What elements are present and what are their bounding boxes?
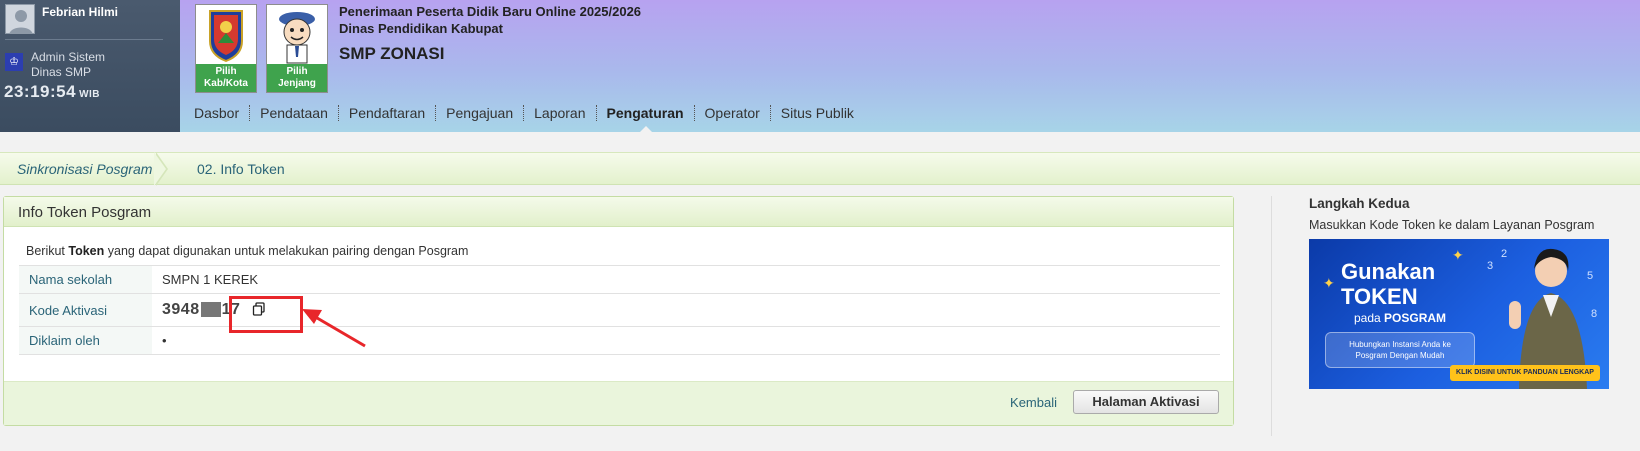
row-label-claimed-by: Diklaim oleh bbox=[19, 326, 152, 355]
nav-item-pendaftaran[interactable]: Pendaftaran bbox=[337, 105, 435, 121]
avatar[interactable] bbox=[5, 4, 35, 34]
pick-level-label-line2: Jenjang bbox=[278, 78, 316, 89]
user-panel: Febrian Hilmi ♔ Admin Sistem Dinas SMP 2… bbox=[0, 0, 180, 132]
clock-timezone: WIB bbox=[79, 89, 101, 100]
sparkle-icon: ✦ bbox=[1323, 275, 1335, 291]
panel-header: Info Token Posgram bbox=[4, 197, 1233, 227]
user-role: Admin Sistem bbox=[31, 50, 106, 64]
row-value-school: SMPN 1 KEREK bbox=[152, 265, 1220, 294]
breadcrumb-separator-inner bbox=[154, 152, 166, 186]
table-row: Nama sekolah SMPN 1 KEREK bbox=[19, 265, 1220, 294]
sparkle-icon: ✦ bbox=[1452, 247, 1464, 263]
pick-city-label-line2: Kab/Kota bbox=[204, 78, 248, 89]
pick-level-label: Pilih Jenjang bbox=[267, 64, 327, 92]
pick-level-label-line1: Pilih bbox=[286, 66, 308, 77]
clock-time: 23:19:54 bbox=[4, 82, 77, 101]
student-mascot-icon bbox=[267, 5, 327, 65]
table-row: Kode Aktivasi 3948 17 bbox=[19, 293, 1220, 327]
intro-suffix: yang dapat digunakan untuk melakukan pai… bbox=[104, 244, 469, 258]
banner-cta-button[interactable]: KLIK DISINI UNTUK PANDUAN LENGKAP bbox=[1450, 365, 1600, 381]
clock: 23:19:54 WIB bbox=[4, 82, 100, 102]
svg-text:2: 2 bbox=[1501, 248, 1507, 260]
divider bbox=[5, 39, 163, 40]
user-office: Dinas SMP bbox=[31, 65, 92, 79]
token-info-table: Nama sekolah SMPN 1 KEREK Kode Aktivasi … bbox=[19, 265, 1220, 355]
activation-page-button[interactable]: Halaman Aktivasi bbox=[1073, 390, 1219, 414]
svg-text:8: 8 bbox=[1591, 308, 1597, 320]
banner-headline-3: pada POSGRAM bbox=[1354, 311, 1446, 325]
banner-headline-1: Gunakan bbox=[1341, 259, 1436, 284]
panel-title: Info Token Posgram bbox=[18, 204, 152, 221]
nav-item-dasbor[interactable]: Dasbor bbox=[194, 105, 249, 121]
breadcrumb-info-token: 02. Info Token bbox=[197, 161, 285, 177]
pick-level-button[interactable]: Pilih Jenjang bbox=[266, 4, 328, 93]
pick-city-label-line1: Pilih bbox=[215, 66, 237, 77]
main-nav: Dasbor Pendataan Pendaftaran Pengajuan L… bbox=[194, 105, 864, 133]
row-label-school: Nama sekolah bbox=[19, 265, 152, 294]
pick-city-label: Pilih Kab/Kota bbox=[196, 64, 256, 92]
banner-pill-line1: Hubungkan Instansi Anda ke bbox=[1349, 340, 1451, 349]
token-panel: Info Token Posgram Berikut Token yang da… bbox=[3, 196, 1234, 426]
side-title: Langkah Kedua bbox=[1309, 196, 1410, 211]
svg-text:3: 3 bbox=[1487, 260, 1493, 272]
row-label-activation-code: Kode Aktivasi bbox=[19, 293, 152, 327]
highlight-box bbox=[229, 296, 303, 333]
regency-crest-icon bbox=[196, 5, 256, 65]
banner-line3-prefix: pada bbox=[1354, 311, 1385, 325]
banner-headline-2: TOKEN bbox=[1341, 284, 1418, 309]
app-root: Febrian Hilmi ♔ Admin Sistem Dinas SMP 2… bbox=[0, 0, 1640, 451]
panel-footer: Kembali Halaman Aktivasi bbox=[4, 381, 1233, 425]
posgram-guide-banner[interactable]: 3 2 5 8 ✦ ✦ Gunakan TOKEN pada POSGRAM H… bbox=[1309, 239, 1609, 389]
pick-city-button[interactable]: Pilih Kab/Kota bbox=[195, 4, 257, 93]
breadcrumb: Sinkronisasi Posgram 02. Info Token bbox=[0, 152, 1640, 186]
banner-line3-bold: POSGRAM bbox=[1384, 311, 1447, 325]
panel-intro: Berikut Token yang dapat digunakan untuk… bbox=[26, 244, 468, 258]
breadcrumb-sinkronisasi-posgram[interactable]: Sinkronisasi Posgram bbox=[17, 161, 152, 177]
annotation-arrow-icon bbox=[302, 309, 366, 348]
app-subtitle: SMP ZONASI bbox=[339, 44, 445, 63]
app-agency: Dinas Pendidikan Kabupat bbox=[339, 21, 503, 36]
back-link[interactable]: Kembali bbox=[1010, 395, 1057, 410]
banner-pill-line2: Posgram Dengan Mudah bbox=[1355, 351, 1445, 360]
nav-item-operator[interactable]: Operator bbox=[693, 105, 770, 121]
nav-item-pendataan[interactable]: Pendataan bbox=[249, 105, 338, 121]
redacted-digits bbox=[200, 302, 221, 318]
user-name[interactable]: Febrian Hilmi bbox=[42, 5, 118, 19]
header: Pilih Kab/Kota Pilih Jenjang Penerimaan Pe… bbox=[180, 0, 1640, 133]
intro-token-word: Token bbox=[68, 244, 105, 258]
side-divider bbox=[1271, 196, 1272, 436]
nav-item-situs-publik[interactable]: Situs Publik bbox=[769, 105, 864, 121]
svg-text:5: 5 bbox=[1587, 270, 1593, 282]
activation-code-start: 3948 bbox=[162, 300, 200, 318]
intro-prefix: Berikut bbox=[26, 244, 69, 258]
nav-item-pengajuan[interactable]: Pengajuan bbox=[435, 105, 523, 121]
role-icon: ♔ bbox=[5, 53, 23, 71]
banner-pill: Hubungkan Instansi Anda ke Posgram Dengan… bbox=[1325, 332, 1475, 368]
nav-item-pengaturan[interactable]: Pengaturan bbox=[595, 105, 694, 133]
app-title: Penerimaan Peserta Didik Baru Online 202… bbox=[339, 4, 642, 19]
nav-item-laporan[interactable]: Laporan bbox=[523, 105, 595, 121]
table-row: Diklaim oleh • bbox=[19, 326, 1220, 355]
side-description: Masukkan Kode Token ke dalam Layanan Pos… bbox=[1309, 218, 1595, 232]
